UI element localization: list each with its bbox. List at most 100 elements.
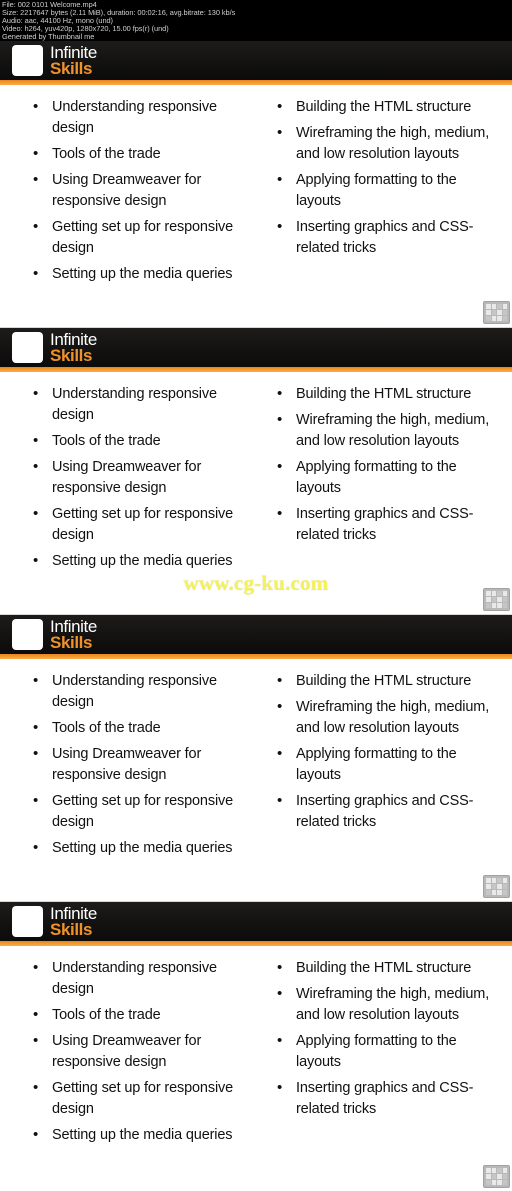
corner-grid-cell	[497, 1180, 502, 1185]
logo-cell	[14, 914, 19, 919]
brand-wordmark: Infinite Skills	[50, 905, 97, 939]
corner-grid-cell	[502, 591, 507, 596]
infinite-skills-logo-icon	[12, 332, 43, 363]
corner-grid-cell	[502, 316, 507, 321]
slide-column-right: Building the HTML structure Wireframing t…	[256, 670, 512, 864]
corner-grid-cell	[497, 890, 502, 895]
logo-cell	[20, 925, 25, 930]
corner-grid-cell	[502, 310, 507, 315]
bullet-list-right: Building the HTML structure Wireframing t…	[274, 957, 504, 1120]
logo-cell	[31, 334, 36, 339]
logo-cell	[25, 351, 30, 356]
bullet-item: Understanding responsive design	[30, 670, 248, 713]
logo-cell	[14, 58, 19, 63]
logo-cell	[31, 930, 36, 935]
corner-grid-cell	[486, 1174, 491, 1179]
bullet-item: Wireframing the high, medium, and low re…	[274, 409, 504, 452]
bullet-item: Applying formatting to the layouts	[274, 456, 504, 499]
bullet-item: Tools of the trade	[30, 430, 248, 452]
slide-content: Understanding responsive design Tools of …	[0, 372, 512, 577]
brand-wordmark: Infinite Skills	[50, 44, 97, 78]
logo-cell	[31, 58, 36, 63]
logo-cell	[31, 914, 36, 919]
bullet-item: Inserting graphics and CSS-related trick…	[274, 216, 504, 259]
logo-cell	[36, 930, 41, 935]
bullet-item: Setting up the media queries	[30, 263, 248, 285]
brand-wordmark: Infinite Skills	[50, 618, 97, 652]
corner-grid-cell	[502, 884, 507, 889]
logo-cell	[31, 621, 36, 626]
bullet-list-right: Building the HTML structure Wireframing t…	[274, 96, 504, 259]
corner-grid-cell	[497, 1168, 502, 1173]
corner-grid-cell	[486, 1168, 491, 1173]
logo-cell	[31, 53, 36, 58]
corner-grid-cell	[497, 310, 502, 315]
bullet-item: Inserting graphics and CSS-related trick…	[274, 1077, 504, 1120]
logo-cell	[25, 345, 30, 350]
corner-grid-cell	[502, 597, 507, 602]
corner-grid-cell	[491, 884, 496, 889]
corner-grid-cell	[502, 878, 507, 883]
slide-panel: InfiniteSkills Understanding responsive d…	[0, 41, 512, 328]
logo-cell	[36, 621, 41, 626]
bullet-item: Setting up the media queries	[30, 837, 248, 859]
corner-grid-cell	[486, 597, 491, 602]
logo-cell	[25, 334, 30, 339]
corner-grid-cell	[502, 603, 507, 608]
bullet-item: Using Dreamweaver for responsive design	[30, 1030, 248, 1073]
bullet-list-right: Building the HTML structure Wireframing t…	[274, 670, 504, 833]
corner-grid-cell	[486, 884, 491, 889]
logo-cell	[25, 64, 30, 69]
logo-cell	[25, 930, 30, 935]
metadata-generator-line: Generated by Thumbnail me	[2, 31, 95, 41]
logo-cell	[20, 627, 25, 632]
logo-cell	[36, 356, 41, 361]
corner-grid-cell	[502, 1180, 507, 1185]
logo-cell	[14, 930, 19, 935]
slide-column-right: Building the HTML structure Wireframing t…	[256, 383, 512, 577]
logo-cell	[36, 638, 41, 643]
bullet-item: Tools of the trade	[30, 717, 248, 739]
logo-cell	[25, 908, 30, 913]
logo-cell	[36, 53, 41, 58]
logo-cell	[31, 908, 36, 913]
thumbnail-grid-icon	[483, 301, 510, 324]
logo-cell	[14, 908, 19, 913]
slide-column-right: Building the HTML structure Wireframing t…	[256, 957, 512, 1151]
logo-cell	[14, 64, 19, 69]
logo-cell	[31, 69, 36, 74]
logo-cell	[25, 643, 30, 648]
corner-grid-cell	[491, 304, 496, 309]
logo-cell	[36, 627, 41, 632]
corner-grid-cell	[491, 316, 496, 321]
video-metadata-bar: File: 002 0101 Welcome.mp4 Size: 2217647…	[0, 0, 512, 41]
logo-cell	[14, 334, 19, 339]
corner-grid-cell	[502, 1168, 507, 1173]
brand-name-bottom: Skills	[50, 632, 93, 652]
logo-cell	[20, 632, 25, 637]
slide-column-left: Understanding responsive design Tools of …	[0, 96, 256, 290]
bullet-item: Setting up the media queries	[30, 550, 248, 572]
logo-cell	[36, 351, 41, 356]
logo-cell	[31, 356, 36, 361]
logo-cell	[20, 638, 25, 643]
corner-grid-cell	[491, 591, 496, 596]
bullet-list-right: Building the HTML structure Wireframing t…	[274, 383, 504, 546]
bullet-item: Using Dreamweaver for responsive design	[30, 456, 248, 499]
logo-cell	[31, 627, 36, 632]
corner-grid-cell	[486, 1180, 491, 1185]
bullet-item: Understanding responsive design	[30, 96, 248, 139]
brand-name-bottom: Skills	[50, 345, 93, 365]
logo-cell	[25, 356, 30, 361]
logo-cell	[36, 345, 41, 350]
logo-cell	[20, 47, 25, 52]
logo-cell	[20, 621, 25, 626]
logo-cell	[20, 64, 25, 69]
logo-cell	[20, 914, 25, 919]
logo-cell	[14, 351, 19, 356]
bullet-item: Getting set up for responsive design	[30, 503, 248, 546]
brand-name-top: Infinite	[50, 329, 97, 349]
logo-cell	[31, 632, 36, 637]
bullet-item: Inserting graphics and CSS-related trick…	[274, 790, 504, 833]
logo-cell	[36, 632, 41, 637]
